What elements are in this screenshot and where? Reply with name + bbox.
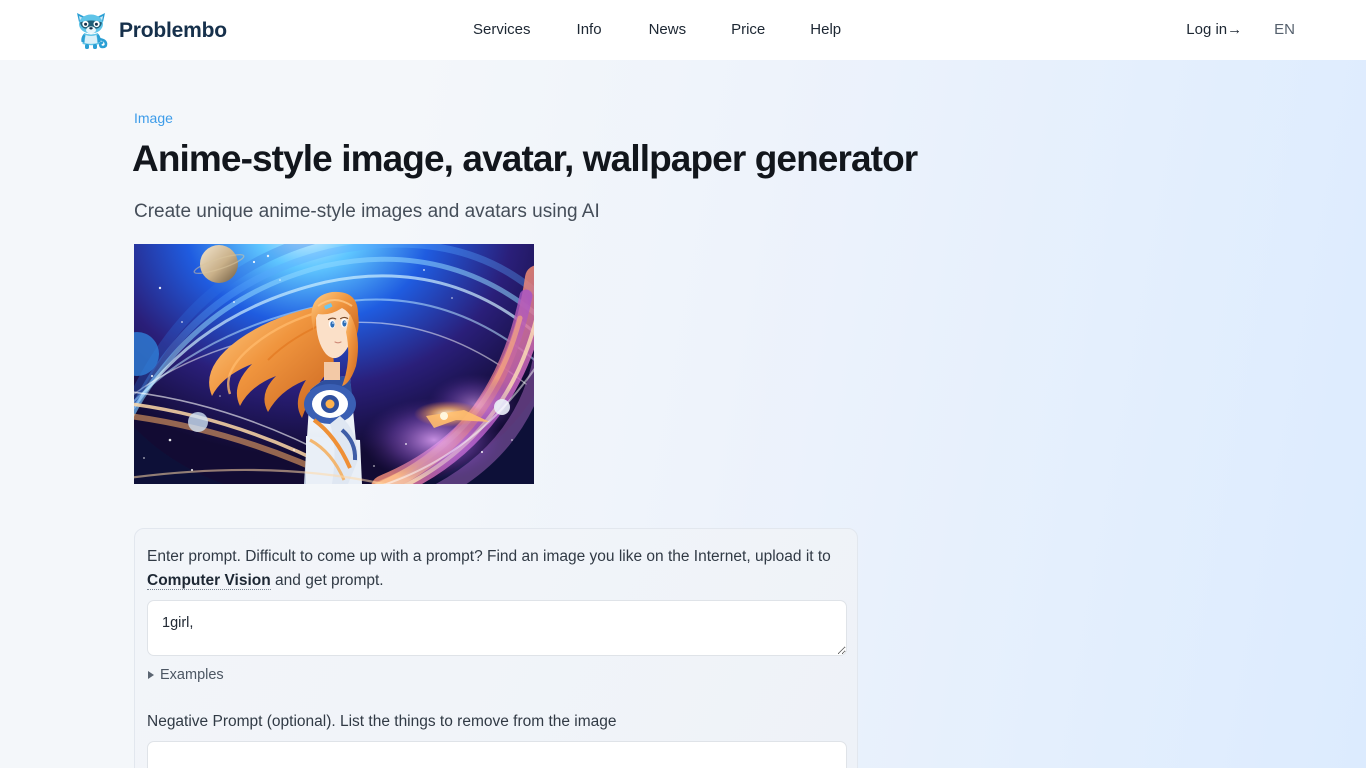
- negative-prompt-input[interactable]: [147, 741, 847, 768]
- main-navigation: Services Info News Price Help: [473, 19, 841, 41]
- site-header: Problembo Services Info News Price Help …: [0, 0, 1366, 60]
- language-switcher[interactable]: EN: [1274, 19, 1295, 41]
- hero-preview-image: [134, 244, 534, 484]
- computer-vision-link[interactable]: Computer Vision: [147, 572, 271, 590]
- page-subtitle: Create unique anime-style images and ava…: [134, 201, 600, 222]
- login-button[interactable]: Log in→: [1186, 19, 1242, 41]
- page-root: Problembo Services Info News Price Help …: [0, 0, 1366, 768]
- nav-item-info[interactable]: Info: [577, 19, 602, 41]
- generator-form-card: Enter prompt. Difficult to come up with …: [134, 528, 858, 768]
- negative-prompt-block: Negative Prompt (optional). List the thi…: [147, 710, 847, 768]
- nav-item-price[interactable]: Price: [731, 19, 765, 41]
- raccoon-mascot-icon: [72, 9, 110, 51]
- page-title: Anime-style image, avatar, wallpaper gen…: [132, 138, 918, 179]
- examples-toggle[interactable]: Examples: [148, 665, 224, 685]
- nav-item-news[interactable]: News: [649, 19, 687, 41]
- brand-logo-link[interactable]: Problembo: [72, 9, 227, 51]
- nav-item-services[interactable]: Services: [473, 19, 531, 41]
- prompt-label-text-2: and get prompt.: [270, 572, 384, 589]
- triangle-right-icon: [148, 671, 154, 679]
- negative-prompt-label: Negative Prompt (optional). List the thi…: [147, 713, 617, 730]
- header-actions: Log in→ EN: [1186, 19, 1366, 41]
- breadcrumb-image[interactable]: Image: [134, 109, 173, 128]
- prompt-input[interactable]: [147, 600, 847, 656]
- examples-toggle-label: Examples: [160, 667, 224, 683]
- brand-name: Problembo: [119, 18, 227, 42]
- prompt-label: Enter prompt. Difficult to come up with …: [147, 545, 837, 593]
- prompt-label-text-1: Enter prompt. Difficult to come up with …: [147, 548, 831, 565]
- nav-item-help[interactable]: Help: [810, 19, 841, 41]
